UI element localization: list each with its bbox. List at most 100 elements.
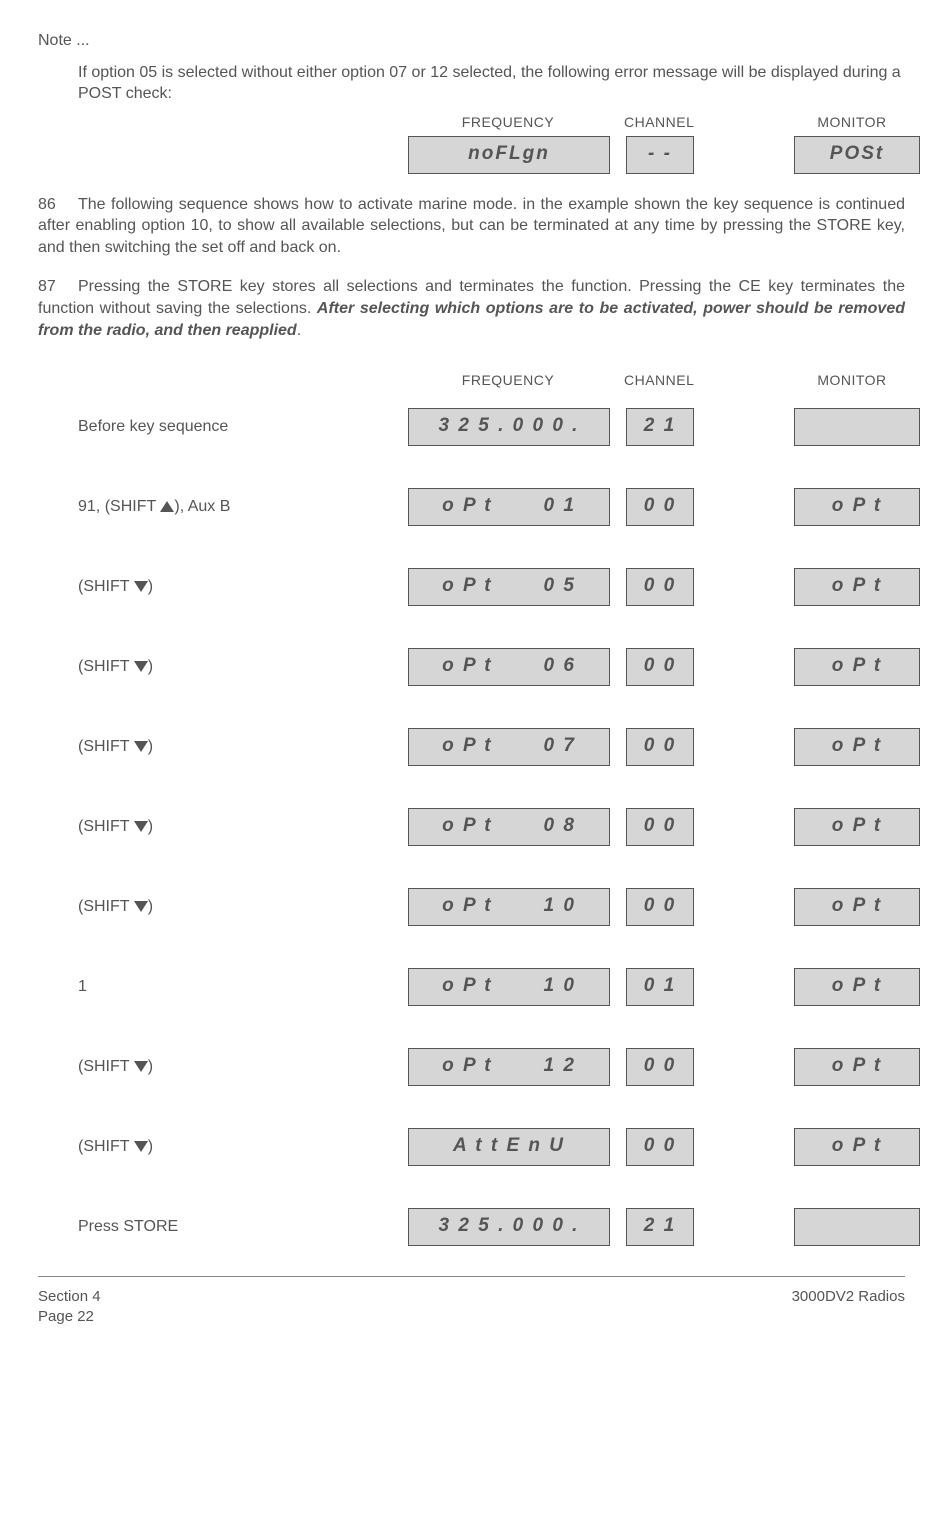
- page-footer: Section 4 Page 22 3000DV2 Radios: [38, 1276, 905, 1328]
- label-post: ): [148, 818, 153, 835]
- frequency-display: 3 2 5 . 0 0 0 .: [408, 1208, 610, 1246]
- channel-display: 0 0: [626, 1048, 694, 1086]
- frequency-display: 3 2 5 . 0 0 0 .: [408, 408, 610, 446]
- para-num-86: 86: [38, 194, 78, 216]
- label-post: ): [148, 898, 153, 915]
- sequence-label: 1: [38, 976, 408, 998]
- sequence-row: (SHIFT )o P t 1 00 0o P t: [38, 888, 905, 926]
- header-monitor: MONITOR: [790, 113, 914, 132]
- channel-display: 0 0: [626, 808, 694, 846]
- label-post: ): [148, 738, 153, 755]
- frequency-display: o P t 0 6: [408, 648, 610, 686]
- monitor-display: o P t: [794, 488, 920, 526]
- channel-display: 0 0: [626, 888, 694, 926]
- channel-display: 2 1: [626, 1208, 694, 1246]
- label-pre: 1: [78, 978, 87, 995]
- monitor-display: o P t: [794, 808, 920, 846]
- label-post: ): [148, 1058, 153, 1075]
- arrow-down-icon: [134, 661, 148, 672]
- arrow-down-icon: [134, 741, 148, 752]
- sequence-label: (SHIFT ): [38, 816, 408, 838]
- sequence-row: (SHIFT )o P t 0 70 0o P t: [38, 728, 905, 766]
- sequence-label: (SHIFT ): [38, 736, 408, 758]
- sequence-row: 1o P t 1 00 1o P t: [38, 968, 905, 1006]
- arrow-down-icon: [134, 1141, 148, 1152]
- monitor-display: o P t: [794, 1048, 920, 1086]
- header-frequency: FREQUENCY: [408, 113, 608, 132]
- sequence-row: Before key sequence 3 2 5 . 0 0 0 . 2 1: [38, 408, 905, 446]
- sequence-row: (SHIFT )A t t E n U0 0o P t: [38, 1128, 905, 1166]
- frequency-display: o P t 0 5: [408, 568, 610, 606]
- monitor-display: o P t: [794, 728, 920, 766]
- channel-display: 0 0: [626, 728, 694, 766]
- frequency-display: o P t 1 2: [408, 1048, 610, 1086]
- sequence-row: (SHIFT )o P t 0 80 0o P t: [38, 808, 905, 846]
- seq-header-frequency: FREQUENCY: [408, 371, 608, 390]
- sequence-label: Press STORE: [38, 1216, 408, 1238]
- channel-display: 2 1: [626, 408, 694, 446]
- frequency-display: A t t E n U: [408, 1128, 610, 1166]
- sequence-label: Before key sequence: [38, 416, 408, 438]
- label-pre: (SHIFT: [78, 818, 134, 835]
- label-pre: (SHIFT: [78, 658, 134, 675]
- label-post: ): [148, 658, 153, 675]
- para-text-87c: .: [297, 322, 301, 339]
- header-channel: CHANNEL: [624, 113, 690, 132]
- label-post: ), Aux B: [174, 498, 230, 515]
- sequence-label: (SHIFT ): [38, 656, 408, 678]
- seq-header-channel: CHANNEL: [624, 371, 690, 390]
- label-pre: (SHIFT: [78, 1058, 134, 1075]
- channel-display: 0 0: [626, 488, 694, 526]
- label-pre: (SHIFT: [78, 898, 134, 915]
- footer-page: Page 22: [38, 1307, 101, 1327]
- sequence-row: (SHIFT )o P t 0 60 0o P t: [38, 648, 905, 686]
- frequency-display: o P t 0 8: [408, 808, 610, 846]
- sequence-label: (SHIFT ): [38, 896, 408, 918]
- paragraph-86: 86The following sequence shows how to ac…: [38, 194, 905, 259]
- monitor-display: o P t: [794, 568, 920, 606]
- sequence-row: (SHIFT )o P t 0 50 0o P t: [38, 568, 905, 606]
- channel-display: 0 1: [626, 968, 694, 1006]
- sequence-row: (SHIFT )o P t 1 20 0o P t: [38, 1048, 905, 1086]
- paragraph-87: 87Pressing the STORE key stores all sele…: [38, 276, 905, 341]
- sequence-label: (SHIFT ): [38, 576, 408, 598]
- label-pre: (SHIFT: [78, 1138, 134, 1155]
- label-pre: 91, (SHIFT: [78, 498, 160, 515]
- sequence-row: 91, (SHIFT ), Aux Bo P t 0 10 0o P t: [38, 488, 905, 526]
- frequency-display: o P t 0 7: [408, 728, 610, 766]
- sequence-label: (SHIFT ): [38, 1136, 408, 1158]
- label-post: ): [148, 1138, 153, 1155]
- error-monitor-display: POSt: [794, 136, 920, 174]
- label-pre: Before key sequence: [78, 418, 228, 435]
- monitor-display: [794, 408, 920, 446]
- sequence-label: 91, (SHIFT ), Aux B: [38, 496, 408, 518]
- label-pre: Press STORE: [78, 1218, 178, 1235]
- error-channel-display: - -: [626, 136, 694, 174]
- para-num-87: 87: [38, 276, 78, 298]
- arrow-down-icon: [134, 821, 148, 832]
- label-pre: (SHIFT: [78, 738, 134, 755]
- sequence-label: (SHIFT ): [38, 1056, 408, 1078]
- channel-display: 0 0: [626, 568, 694, 606]
- frequency-display: o P t 1 0: [408, 888, 610, 926]
- sequence-row: Press STORE 3 2 5 . 0 0 0 . 2 1: [38, 1208, 905, 1246]
- label-pre: (SHIFT: [78, 578, 134, 595]
- monitor-display: o P t: [794, 968, 920, 1006]
- error-frequency-display: noFLgn: [408, 136, 610, 174]
- monitor-display: o P t: [794, 1128, 920, 1166]
- monitor-display: [794, 1208, 920, 1246]
- arrow-up-icon: [160, 501, 174, 512]
- label-post: ): [148, 578, 153, 595]
- frequency-display: o P t 1 0: [408, 968, 610, 1006]
- arrow-down-icon: [134, 581, 148, 592]
- footer-section: Section 4: [38, 1287, 101, 1307]
- frequency-display: o P t 0 1: [408, 488, 610, 526]
- channel-display: 0 0: [626, 1128, 694, 1166]
- monitor-display: o P t: [794, 648, 920, 686]
- arrow-down-icon: [134, 901, 148, 912]
- note-text: If option 05 is selected without either …: [78, 62, 905, 105]
- monitor-display: o P t: [794, 888, 920, 926]
- seq-header-monitor: MONITOR: [790, 371, 914, 390]
- para-text-86: The following sequence shows how to acti…: [38, 196, 905, 256]
- arrow-down-icon: [134, 1061, 148, 1072]
